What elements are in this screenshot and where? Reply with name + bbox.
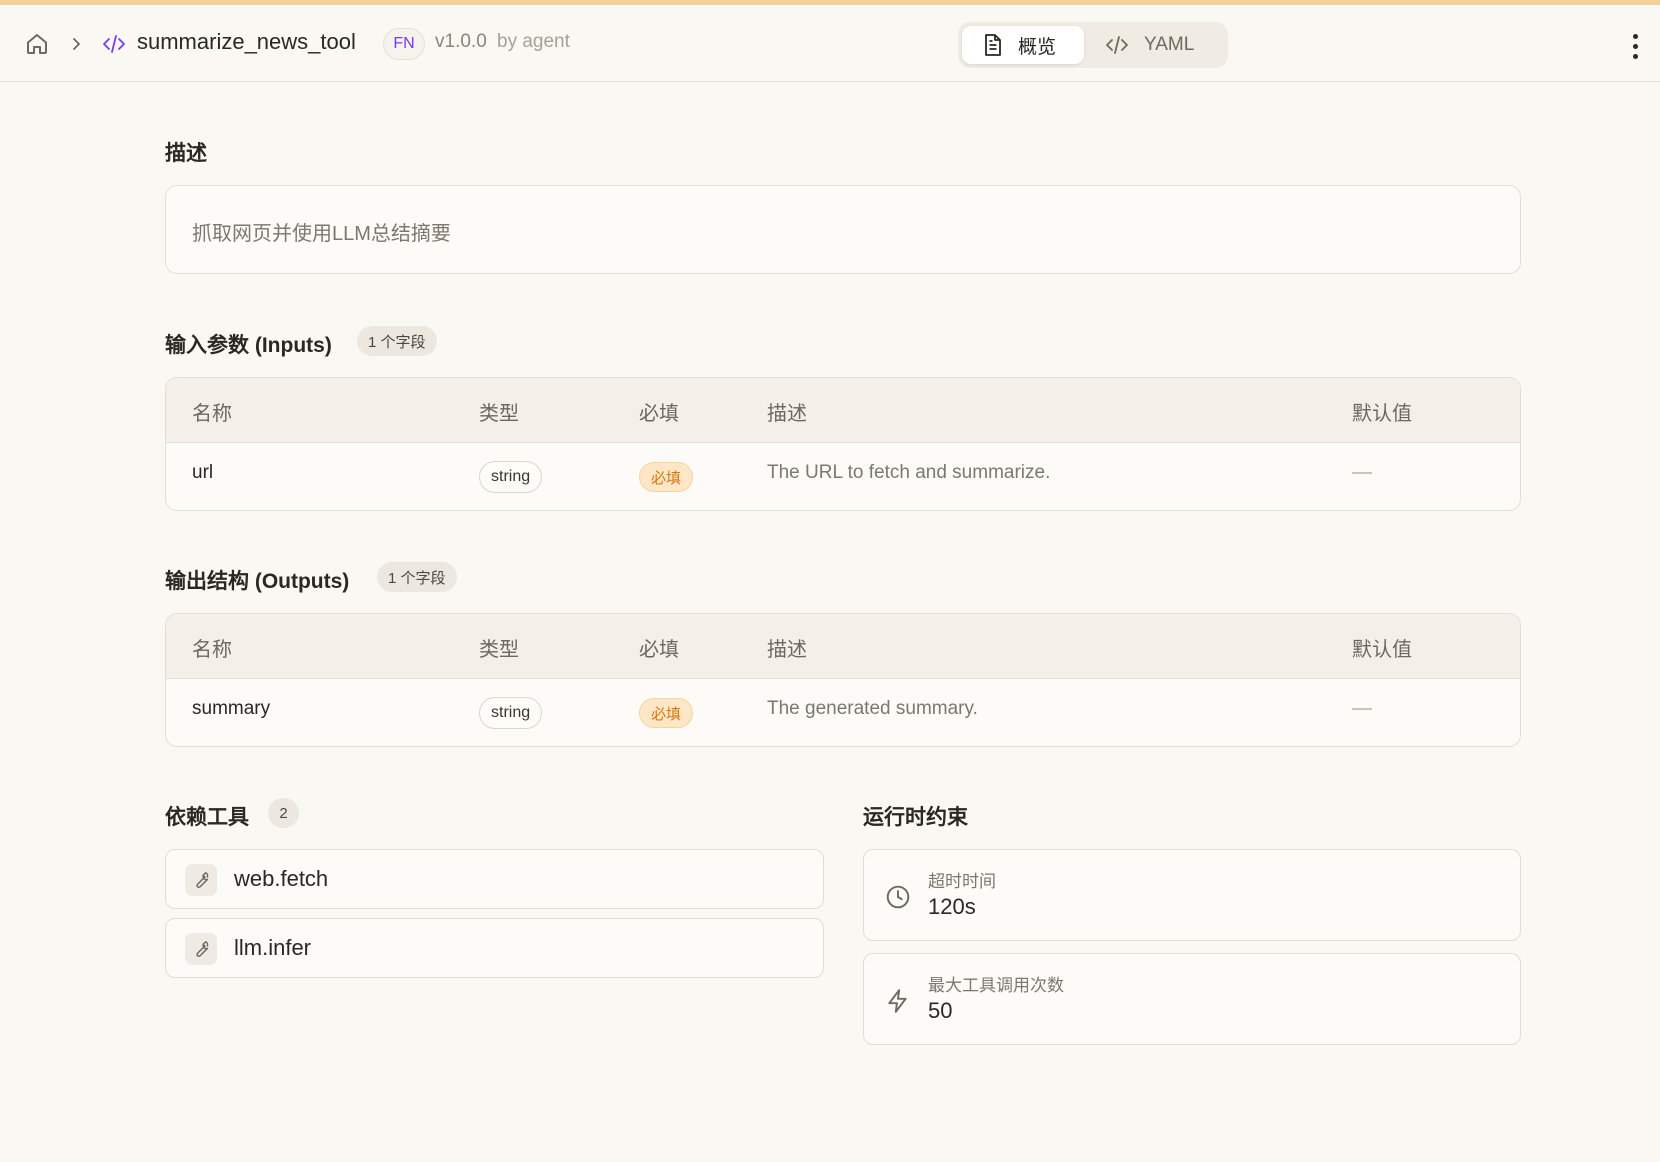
runtime-title: 运行时约束 bbox=[863, 806, 968, 829]
kind-badge: FN bbox=[383, 28, 425, 60]
column-header: 描述 bbox=[767, 403, 807, 425]
dependencies-title: 依赖工具 bbox=[165, 806, 249, 829]
tab-overview-label: 概览 bbox=[1018, 36, 1057, 58]
required-badge: 必填 bbox=[639, 698, 694, 728]
inputs-count-badge: 1 个字段 bbox=[357, 326, 437, 356]
dependency-label: web.fetch bbox=[234, 866, 329, 891]
param-name: url bbox=[192, 462, 214, 483]
default-empty bbox=[1352, 708, 1372, 710]
default-empty bbox=[1352, 472, 1372, 474]
tab-overview[interactable]: 概览 bbox=[962, 26, 1084, 64]
required-badge: 必填 bbox=[639, 462, 694, 492]
view-switcher: 概览 YAML bbox=[958, 22, 1228, 68]
column-header: 描述 bbox=[767, 639, 807, 661]
dependency-item[interactable]: web.fetch bbox=[165, 849, 824, 909]
description-text: 抓取网页并使用LLM总结摘要 bbox=[192, 223, 451, 245]
type-pill: string bbox=[479, 697, 543, 729]
tab-yaml-label: YAML bbox=[1144, 34, 1195, 55]
inputs-title: 输入参数 (Inputs) bbox=[165, 334, 332, 357]
type-pill: string bbox=[479, 461, 543, 493]
table-header: 名称 类型 必填 描述 默认值 bbox=[166, 378, 1520, 443]
column-header: 默认值 bbox=[1352, 639, 1412, 661]
wrench-icon bbox=[185, 933, 217, 965]
outputs-table: 名称 类型 必填 描述 默认值 summary string 必填 The ge… bbox=[165, 613, 1521, 747]
param-description: The URL to fetch and summarize. bbox=[767, 462, 1051, 483]
column-header: 默认值 bbox=[1352, 403, 1412, 425]
runtime-label: 超时时间 bbox=[928, 872, 996, 891]
dependency-label: llm.infer bbox=[234, 935, 312, 960]
wrench-icon bbox=[185, 864, 217, 896]
runtime-value: 120s bbox=[928, 894, 976, 919]
top-header: summarize_news_tool FN v1.0.0 by agent 概… bbox=[0, 5, 1660, 82]
column-header: 名称 bbox=[192, 639, 232, 661]
code-icon bbox=[1104, 35, 1130, 55]
clock-icon bbox=[884, 883, 912, 911]
column-header: 类型 bbox=[479, 403, 519, 425]
code-icon bbox=[101, 32, 127, 56]
outputs-count-badge: 1 个字段 bbox=[377, 562, 457, 592]
version-label: v1.0.0 bbox=[435, 31, 487, 52]
column-header: 名称 bbox=[192, 403, 232, 425]
column-header: 必填 bbox=[639, 403, 679, 425]
column-header: 类型 bbox=[479, 639, 519, 661]
runtime-timeout-card: 超时时间 120s bbox=[863, 849, 1521, 941]
tool-name: summarize_news_tool bbox=[137, 29, 356, 54]
description-title: 描述 bbox=[165, 142, 207, 165]
outputs-title: 输出结构 (Outputs) bbox=[165, 570, 350, 593]
more-options-icon[interactable] bbox=[1625, 29, 1645, 63]
inputs-table: 名称 类型 必填 描述 默认值 url string 必填 The URL to… bbox=[165, 377, 1521, 511]
author-label: by agent bbox=[497, 31, 570, 52]
dependencies-count-badge: 2 bbox=[268, 798, 299, 828]
document-icon bbox=[982, 33, 1004, 57]
lightning-icon bbox=[884, 987, 912, 1015]
runtime-label: 最大工具调用次数 bbox=[928, 976, 1064, 995]
runtime-max-calls-card: 最大工具调用次数 50 bbox=[863, 953, 1521, 1045]
param-name: summary bbox=[192, 698, 271, 719]
param-description: The generated summary. bbox=[767, 698, 978, 719]
runtime-value: 50 bbox=[928, 998, 953, 1023]
table-header: 名称 类型 必填 描述 默认值 bbox=[166, 614, 1520, 679]
chevron-right-icon bbox=[66, 34, 86, 54]
home-icon[interactable] bbox=[24, 31, 50, 57]
tab-yaml[interactable]: YAML bbox=[1084, 26, 1224, 64]
description-box: 抓取网页并使用LLM总结摘要 bbox=[165, 185, 1521, 274]
dependency-item[interactable]: llm.infer bbox=[165, 918, 824, 978]
column-header: 必填 bbox=[639, 639, 679, 661]
